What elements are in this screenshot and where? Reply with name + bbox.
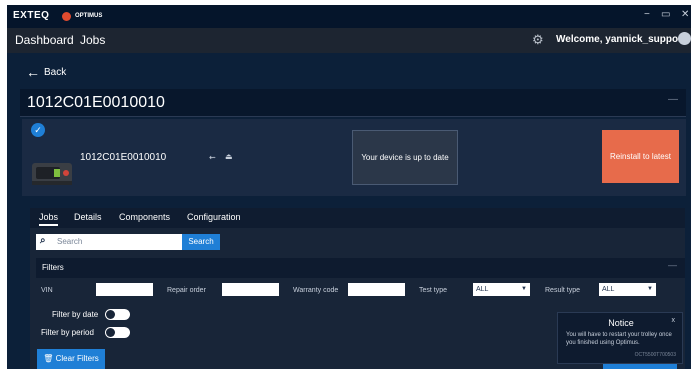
device-card: ✓ 1012C01E0010010 ⇜ ⏏ Your device is up … xyxy=(22,119,686,196)
device-serial: 1012C01E0010010 xyxy=(80,152,167,163)
filter-by-date-label: Filter by date xyxy=(52,310,99,319)
back-link[interactable]: Back xyxy=(44,67,66,78)
filters-title: Filters xyxy=(42,263,64,272)
repair-order-input[interactable] xyxy=(222,283,279,296)
device-status-box: Your device is up to date xyxy=(352,130,458,185)
tab-details[interactable]: Details xyxy=(74,212,102,222)
test-type-select[interactable]: ALL ▼ xyxy=(473,283,530,296)
nav-jobs[interactable]: Jobs xyxy=(80,33,105,47)
tab-configuration[interactable]: Configuration xyxy=(187,212,241,222)
toggle-knob xyxy=(106,310,115,319)
notice-accent-bar xyxy=(603,364,677,369)
notice-title: Notice xyxy=(608,318,634,328)
maximize-button[interactable]: ▭ xyxy=(661,9,670,20)
notice-message: You will have to restart your trolley on… xyxy=(566,332,672,346)
device-title: 1012C01E0010010 xyxy=(27,94,165,111)
usb-icon: ⇜ xyxy=(209,153,216,162)
user-icon[interactable] xyxy=(678,32,691,45)
product-name: OPTIMUS xyxy=(75,13,103,19)
result-type-select[interactable]: ALL ▼ xyxy=(599,283,656,296)
tab-bar: Jobs Details Components Configuration xyxy=(30,208,685,228)
title-bar: EXTEQ OPTIMUS − ▭ ✕ xyxy=(7,5,691,28)
notice-toast: Notice x You will have to restart your t… xyxy=(557,312,683,364)
warranty-code-label: Warranty code xyxy=(293,287,339,294)
brand-logo: EXTEQ xyxy=(13,10,50,21)
trash-icon: 🗑 xyxy=(43,354,54,363)
filters-header: Filters — xyxy=(36,258,685,278)
repair-order-label: Repair order xyxy=(167,287,206,294)
tab-components[interactable]: Components xyxy=(119,212,170,222)
toggle-knob xyxy=(106,328,115,337)
welcome-text: Welcome, yannick_support xyxy=(556,34,686,45)
reinstall-button[interactable]: Reinstall to latest xyxy=(602,130,679,183)
chevron-down-icon: ▼ xyxy=(521,286,527,292)
test-type-value: ALL xyxy=(476,286,489,293)
filters-collapse-icon[interactable]: — xyxy=(668,260,677,270)
result-type-value: ALL xyxy=(602,286,615,293)
close-button[interactable]: ✕ xyxy=(681,9,689,20)
tab-jobs[interactable]: Jobs xyxy=(39,212,59,226)
notice-close-icon[interactable]: x xyxy=(672,317,676,324)
nav-bar: Dashboard Jobs ⚙ Welcome, yannick_suppor… xyxy=(7,28,691,53)
check-icon: ✓ xyxy=(31,123,45,137)
result-type-label: Result type xyxy=(545,287,581,294)
test-type-label: Test type xyxy=(419,287,448,294)
vin-input[interactable] xyxy=(96,283,153,296)
vin-label: VIN xyxy=(41,287,53,294)
warranty-code-input[interactable] xyxy=(348,283,405,296)
collapse-icon[interactable]: — xyxy=(668,94,678,105)
chevron-down-icon: ▼ xyxy=(647,286,653,292)
settings-gear-icon[interactable]: ⚙ xyxy=(532,32,544,48)
filter-by-period-label: Filter by period xyxy=(41,328,94,337)
search-button[interactable]: Search xyxy=(182,234,220,250)
notice-code: OCT5500T700503 xyxy=(634,352,676,358)
minimize-button[interactable]: − xyxy=(644,9,650,20)
clear-filters-label: Clear Filters xyxy=(55,354,99,363)
device-image xyxy=(32,163,72,185)
optimus-logo-icon xyxy=(62,12,71,21)
nav-dashboard[interactable]: Dashboard xyxy=(15,33,74,47)
filter-by-date-toggle[interactable] xyxy=(105,309,130,320)
filter-by-period-toggle[interactable] xyxy=(105,327,130,338)
device-header: 1012C01E0010010 — xyxy=(20,89,686,117)
clear-filters-button[interactable]: 🗑 Clear Filters xyxy=(37,349,105,369)
search-icon: ⌕ xyxy=(40,235,46,246)
search-placeholder: Search xyxy=(57,237,83,246)
back-arrow-icon[interactable]: ← xyxy=(26,64,40,80)
eject-icon: ⏏ xyxy=(225,152,233,161)
search-input[interactable]: ⌕ Search xyxy=(36,234,182,250)
